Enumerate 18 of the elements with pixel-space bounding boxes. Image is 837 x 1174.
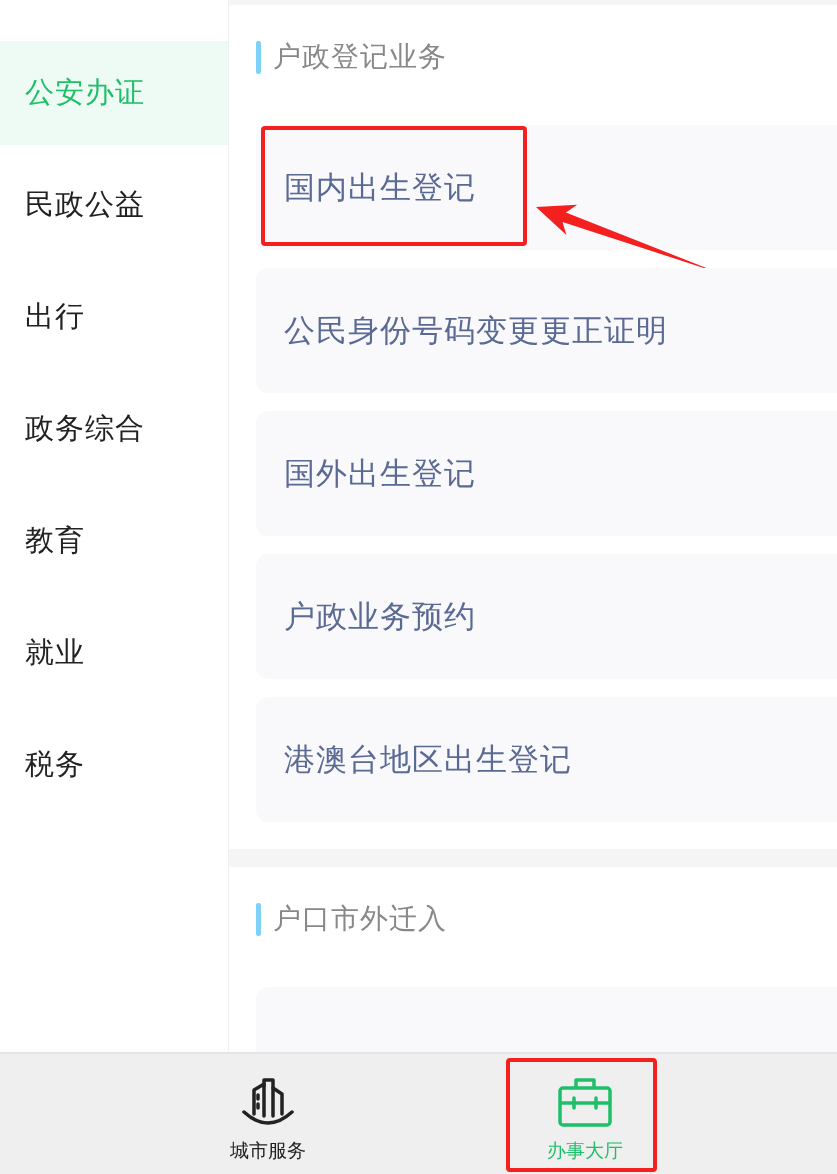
sidebar-item[interactable]: 民政公益 [0,153,228,257]
service-card[interactable]: 国外出生登记 [256,411,837,536]
service-card[interactable]: 公民身份号码变更更正证明 [256,268,837,393]
section-title: 户政登记业务 [273,39,447,75]
service-card[interactable]: 国内出生登记 [256,125,837,250]
sidebar-item[interactable]: 政务综合 [0,377,228,481]
sidebar-item[interactable]: 就业 [0,601,228,705]
section-accent-bar [256,902,261,936]
sidebar-item[interactable]: 教育 [0,489,228,593]
sidebar-item[interactable]: 税务 [0,713,228,817]
briefcase-icon [556,1076,613,1128]
city-buildings-icon [240,1076,297,1128]
section-title: 户口市外迁入 [273,901,447,937]
service-card[interactable]: 港澳台地区出生登记 [256,697,837,822]
section-accent-bar [256,40,261,74]
tab-bar-item[interactable]: 城市服务 [230,1054,307,1174]
sidebar-item[interactable]: 出行 [0,265,228,369]
service-card[interactable]: 户政业务预约 [256,554,837,679]
